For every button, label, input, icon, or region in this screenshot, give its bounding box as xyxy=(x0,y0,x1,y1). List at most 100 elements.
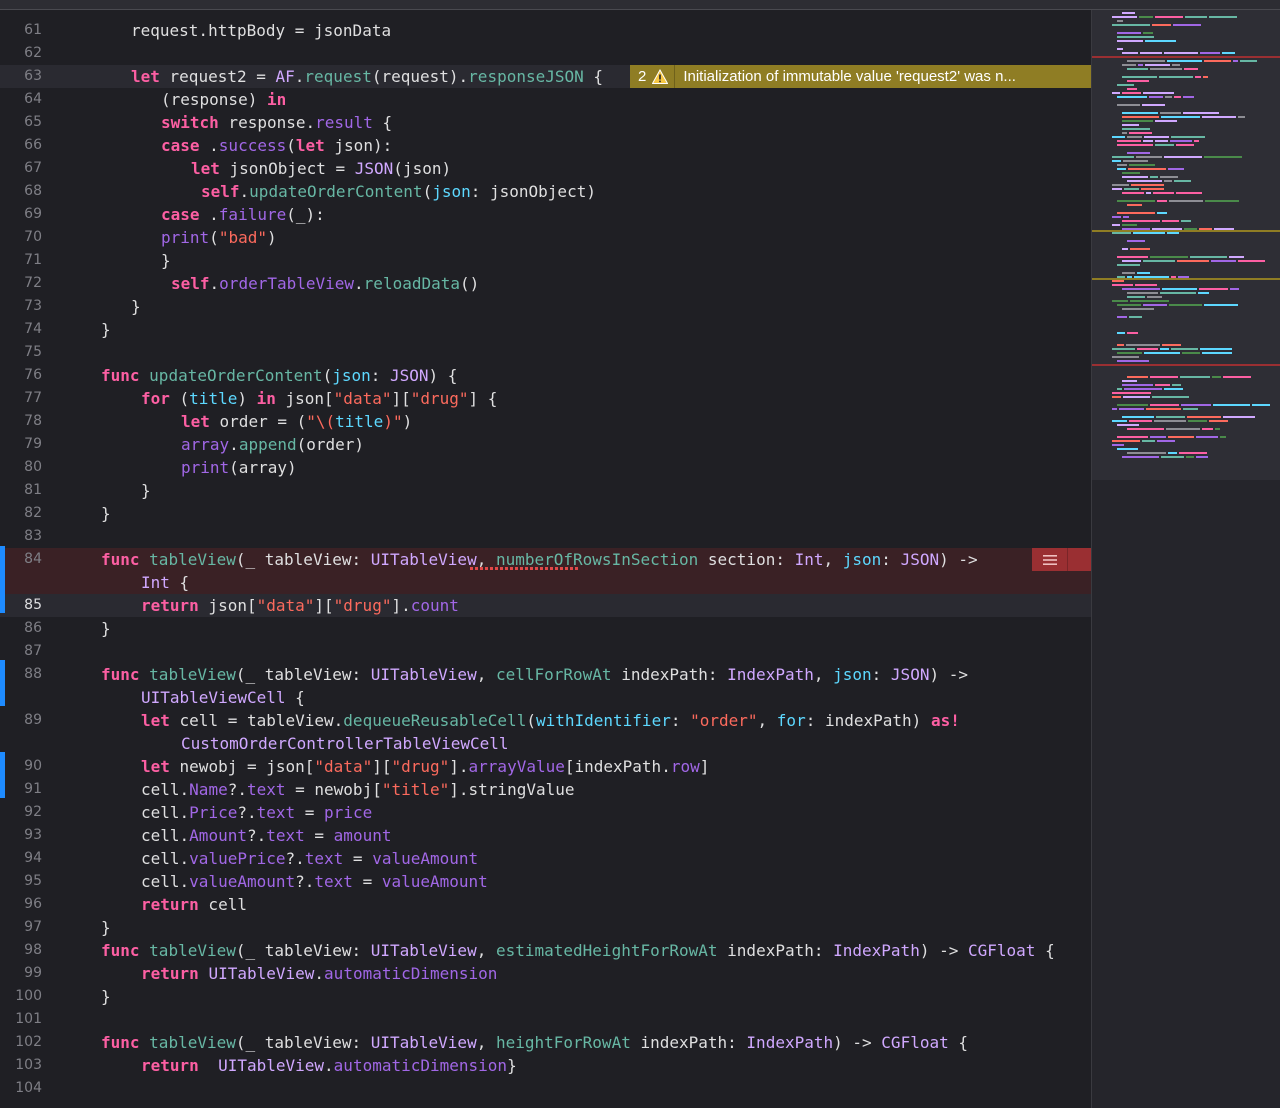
error-list-icon[interactable] xyxy=(1032,548,1068,571)
code-text[interactable]: for (title) in json["data"]["drug"] { xyxy=(141,387,497,410)
minimap-line xyxy=(1122,120,1153,122)
code-text[interactable]: let order = ("\(title)") xyxy=(181,410,412,433)
code-line[interactable]: 63 let request2 = AF.request(request).res… xyxy=(0,65,1091,88)
warning-badge[interactable]: 2 Initialization of immutable value 'requ… xyxy=(630,65,1091,88)
code-line[interactable]: 77 for (title) in json["data"]["drug"] { xyxy=(0,387,1091,410)
code-line[interactable]: 104 xyxy=(0,1077,1091,1100)
code-text[interactable]: } xyxy=(101,318,111,341)
code-line[interactable]: 100} xyxy=(0,985,1091,1008)
code-line[interactable]: UITableViewCell { xyxy=(0,686,1091,709)
code-line[interactable]: Int { xyxy=(0,571,1091,594)
code-text[interactable]: print(array) xyxy=(181,456,297,479)
code-editor[interactable]: 61 request.httpBody = jsonData 62 63 let req… xyxy=(0,0,1091,1108)
code-line[interactable]: 67 let jsonObject = JSON(json) xyxy=(0,157,1091,180)
code-text[interactable]: case .success(let json): xyxy=(161,134,392,157)
code-line[interactable]: 71} xyxy=(0,249,1091,272)
code-text[interactable]: func tableView(_ tableView: UITableView,… xyxy=(101,1031,968,1054)
code-text[interactable]: let newobj = json["data"]["drug"].arrayV… xyxy=(141,755,709,778)
code-line[interactable]: 94 cell.valuePrice?.text = valueAmount xyxy=(0,847,1091,870)
code-line[interactable]: 91 cell.Name?.text = newobj["title"].stri… xyxy=(0,778,1091,801)
code-line[interactable]: 70 print("bad") xyxy=(0,226,1091,249)
code-text[interactable]: func updateOrderContent(json: JSON) { xyxy=(101,364,457,387)
code-text[interactable]: cell.Amount?.text = amount xyxy=(141,824,391,847)
code-line[interactable]: 79 array.append(order) xyxy=(0,433,1091,456)
code-text[interactable]: (response) in xyxy=(161,88,286,111)
code-text[interactable]: } xyxy=(101,916,111,939)
minimap-line xyxy=(1150,176,1158,178)
code-line[interactable]: 96 return cell xyxy=(0,893,1091,916)
code-text[interactable]: } xyxy=(101,502,111,525)
code-line[interactable]: 65 switch response.result { xyxy=(0,111,1091,134)
code-line[interactable]: 87 xyxy=(0,640,1091,663)
code-line[interactable]: 62 xyxy=(0,42,1091,65)
code-line[interactable]: 61 request.httpBody = jsonData xyxy=(0,19,1091,42)
code-text[interactable]: cell.valuePrice?.text = valueAmount xyxy=(141,847,478,870)
code-text[interactable]: let jsonObject = JSON(json) xyxy=(191,157,451,180)
code-line[interactable]: 78 let order = ("\(title)") xyxy=(0,410,1091,433)
code-line[interactable]: 81} xyxy=(0,479,1091,502)
code-text[interactable]: cell.Price?.text = price xyxy=(141,801,372,824)
code-line[interactable]: 73} xyxy=(0,295,1091,318)
code-text[interactable]: } xyxy=(141,479,151,502)
code-line[interactable]: 99 return UITableView.automaticDimension xyxy=(0,962,1091,985)
code-line[interactable]: 95 cell.valueAmount?.text = valueAmount xyxy=(0,870,1091,893)
code-text[interactable]: Int { xyxy=(141,571,189,594)
code-text[interactable]: return json["data"]["drug"].count xyxy=(141,594,459,617)
code-line[interactable]: 103 return UITableView.automaticDimension… xyxy=(0,1054,1091,1077)
code-line[interactable]: 85 return json["data"]["drug"].count xyxy=(0,594,1091,617)
code-line[interactable]: 64 (response) in xyxy=(0,88,1091,111)
code-text[interactable]: let request2 = AF.request(request).respo… xyxy=(131,65,603,88)
code-line[interactable]: 66 case .success(let json): xyxy=(0,134,1091,157)
code-text[interactable]: func tableView(_ tableView: UITableView,… xyxy=(101,939,1055,962)
code-text[interactable]: return cell xyxy=(141,893,247,916)
code-text[interactable]: } xyxy=(101,617,111,640)
code-line[interactable]: 102 func tableView(_ tableView: UITableVi… xyxy=(0,1031,1091,1054)
code-text[interactable]: self.orderTableView.reloadData() xyxy=(171,272,479,295)
code-line[interactable]: 75 xyxy=(0,341,1091,364)
code-text[interactable]: } xyxy=(101,985,111,1008)
error-badge[interactable] xyxy=(1032,548,1091,571)
code-token: . xyxy=(324,1056,334,1075)
code-line[interactable]: 97} xyxy=(0,916,1091,939)
code-text[interactable]: cell.valueAmount?.text = valueAmount xyxy=(141,870,488,893)
code-text[interactable]: return UITableView.automaticDimension} xyxy=(141,1054,517,1077)
code-text[interactable]: print("bad") xyxy=(161,226,277,249)
code-line[interactable]: 84 func tableView(_ tableView: UITableVie… xyxy=(0,548,1091,571)
code-line[interactable]: 88 func tableView(_ tableView: UITableVie… xyxy=(0,663,1091,686)
minimap-line xyxy=(1112,408,1117,410)
code-line[interactable]: 72 self.orderTableView.reloadData() xyxy=(0,272,1091,295)
code-line[interactable]: 82} xyxy=(0,502,1091,525)
code-token: : jsonObject) xyxy=(470,182,596,201)
code-line[interactable]: 80 print(array) xyxy=(0,456,1091,479)
code-line[interactable]: 92 cell.Price?.text = price xyxy=(0,801,1091,824)
code-text[interactable]: cell.Name?.text = newobj["title"].string… xyxy=(141,778,575,801)
code-text[interactable]: CustomOrderControllerTableViewCell xyxy=(181,732,509,755)
code-text[interactable]: switch response.result { xyxy=(161,111,392,134)
minimap-line xyxy=(1211,260,1236,262)
code-text[interactable]: array.append(order) xyxy=(181,433,364,456)
code-line[interactable]: 69 case .failure(_): xyxy=(0,203,1091,226)
code-text[interactable]: request.httpBody = jsonData xyxy=(131,19,391,42)
code-line[interactable]: 90 let newobj = json["data"]["drug"].arra… xyxy=(0,755,1091,778)
code-line[interactable]: 83 xyxy=(0,525,1091,548)
code-text[interactable]: self.updateOrderContent(json: jsonObject… xyxy=(201,180,596,203)
code-text[interactable]: case .failure(_): xyxy=(161,203,325,226)
minimap[interactable] xyxy=(1091,0,1280,1108)
code-line[interactable]: 98 func tableView(_ tableView: UITableVie… xyxy=(0,939,1091,962)
code-line[interactable]: 76 func updateOrderContent(json: JSON) { xyxy=(0,364,1091,387)
code-text[interactable]: } xyxy=(131,295,141,318)
code-text[interactable]: let cell = tableView.dequeueReusableCell… xyxy=(141,709,960,732)
code-text[interactable]: func tableView(_ tableView: UITableView,… xyxy=(101,663,968,686)
code-line[interactable]: CustomOrderControllerTableViewCell xyxy=(0,732,1091,755)
code-line[interactable]: 93 cell.Amount?.text = amount xyxy=(0,824,1091,847)
code-token: ( xyxy=(286,136,296,155)
code-text[interactable]: return UITableView.automaticDimension xyxy=(141,962,497,985)
code-text[interactable]: } xyxy=(161,249,171,272)
code-line[interactable]: 101 xyxy=(0,1008,1091,1031)
code-text[interactable]: UITableViewCell { xyxy=(141,686,305,709)
code-line[interactable]: 74} xyxy=(0,318,1091,341)
code-line[interactable]: 89 let cell = tableView.dequeueReusableCe… xyxy=(0,709,1091,732)
code-line[interactable]: 68 self.updateOrderContent(json: jsonObje… xyxy=(0,180,1091,203)
code-line[interactable]: 86} xyxy=(0,617,1091,640)
